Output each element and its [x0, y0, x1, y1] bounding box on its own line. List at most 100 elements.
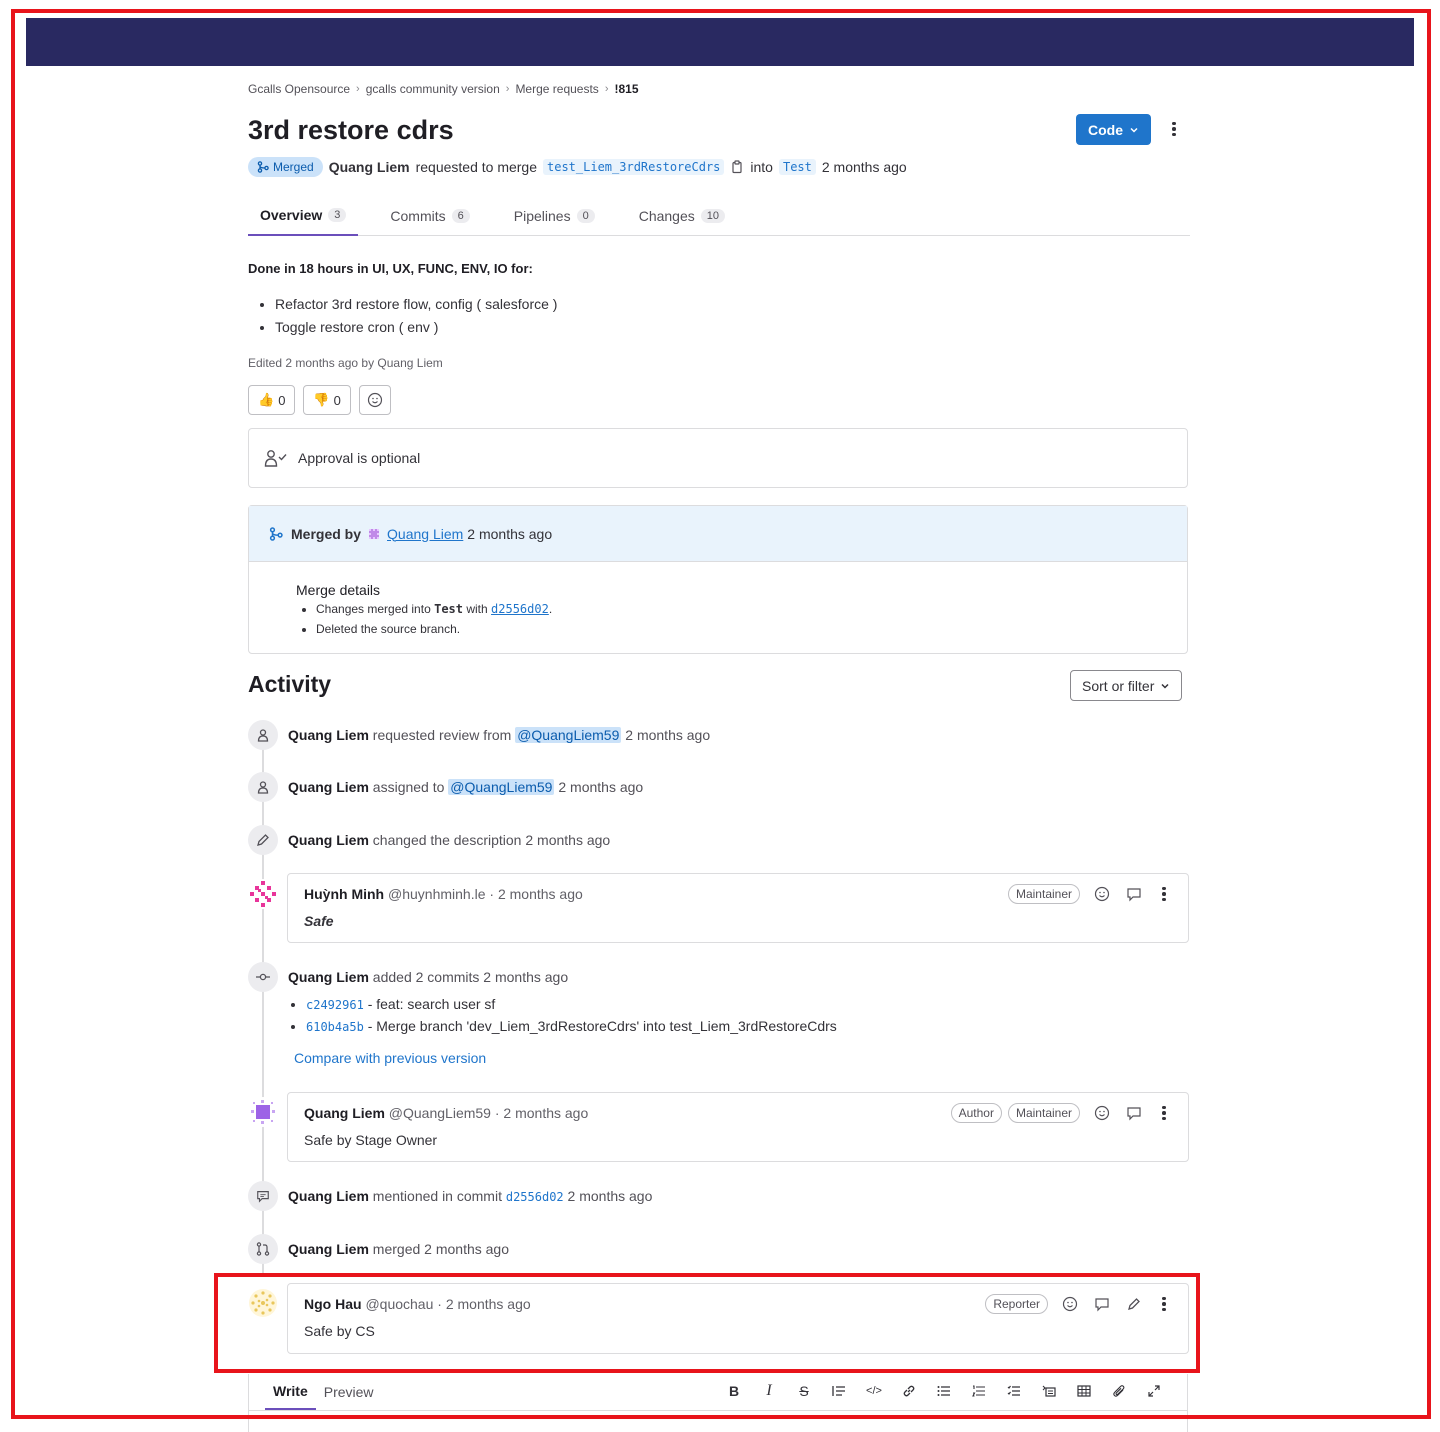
note-author-handle[interactable]: @QuangLiem59: [389, 1105, 491, 1121]
page-title: 3rd restore cdrs: [248, 115, 454, 145]
more-actions-icon[interactable]: [1166, 119, 1182, 139]
tab-overview[interactable]: Overview 3: [248, 196, 359, 236]
note-time[interactable]: · 2 months ago: [495, 1105, 588, 1121]
italic-icon[interactable]: I: [758, 1380, 780, 1402]
avatar[interactable]: [248, 1097, 278, 1127]
collapsible-section-icon[interactable]: [1038, 1380, 1060, 1402]
pencil-icon[interactable]: [1124, 1294, 1144, 1314]
merge-detail-text: with: [466, 602, 488, 616]
breadcrumb: Gcalls Opensource › gcalls community ver…: [248, 82, 639, 96]
target-branch[interactable]: Test: [778, 159, 816, 175]
thumbs-down-button[interactable]: 👎 0: [303, 385, 351, 415]
event-user[interactable]: Quang Liem: [288, 1188, 369, 1204]
event-text: added 2 commits: [372, 969, 480, 985]
merge-icon: [257, 161, 269, 173]
merged-by-user-link[interactable]: Quang Liem: [387, 526, 463, 542]
note-author-name[interactable]: Quang Liem: [304, 1105, 385, 1121]
system-note: Quang Liem mentioned in commit d2556d02 …: [248, 1181, 652, 1211]
reply-icon[interactable]: [1124, 1103, 1144, 1123]
mr-tabs: Overview 3 Commits 6 Pipelines 0 Changes 10: [248, 196, 1190, 236]
status-badge-label: Merged: [273, 160, 314, 174]
link-icon[interactable]: [898, 1380, 920, 1402]
event-user[interactable]: Quang Liem: [288, 832, 369, 848]
tab-pipelines[interactable]: Pipelines 0: [502, 196, 607, 236]
comment-icon: [248, 1181, 278, 1211]
numbered-list-icon[interactable]: [968, 1380, 990, 1402]
list-item: Toggle restore cron ( env ): [275, 319, 557, 342]
avatar[interactable]: [248, 1288, 278, 1318]
sort-filter-dropdown[interactable]: Sort or filter: [1070, 670, 1183, 701]
breadcrumb-item[interactable]: Gcalls Opensource: [248, 82, 350, 96]
source-branch[interactable]: test_Liem_3rdRestoreCdrs: [543, 159, 725, 175]
more-actions-icon[interactable]: [1156, 1103, 1172, 1123]
system-note: Quang Liem changed the description 2 mon…: [248, 825, 610, 855]
note-actions: Maintainer: [1007, 884, 1172, 904]
tab-count: 10: [700, 209, 725, 223]
user-mention[interactable]: @QuangLiem59: [515, 727, 622, 743]
comment-note: Quang Liem @QuangLiem59 · 2 months ago S…: [287, 1092, 1189, 1162]
thumbs-up-count: 0: [278, 392, 286, 408]
note-author-handle[interactable]: @quochau: [365, 1296, 433, 1312]
sort-filter-label: Sort or filter: [1082, 677, 1155, 694]
reply-icon[interactable]: [1092, 1294, 1112, 1314]
note-time[interactable]: · 2 months ago: [437, 1296, 530, 1312]
edited-note: Edited 2 months ago by Quang Liem: [248, 356, 443, 370]
merge-commit-link[interactable]: d2556d02: [491, 602, 549, 616]
smiley-icon[interactable]: [1060, 1294, 1080, 1314]
quote-icon[interactable]: [828, 1380, 850, 1402]
approval-text: Approval is optional: [298, 450, 421, 466]
event-user[interactable]: Quang Liem: [288, 727, 369, 743]
thumbs-down-icon: 👎: [313, 392, 330, 407]
role-badge: Maintainer: [1007, 1103, 1080, 1123]
code-icon[interactable]: </>: [863, 1380, 885, 1402]
tab-preview[interactable]: Preview: [316, 1374, 382, 1410]
tab-commits[interactable]: Commits 6: [378, 196, 481, 236]
merge-target-branch: Test: [434, 602, 463, 616]
note-time[interactable]: · 2 months ago: [489, 886, 582, 902]
task-list-icon[interactable]: [1003, 1380, 1025, 1402]
user-mention[interactable]: @QuangLiem59: [448, 779, 555, 795]
chevron-down-icon: [1130, 127, 1138, 133]
smiley-icon[interactable]: [1092, 1103, 1112, 1123]
event-user[interactable]: Quang Liem: [288, 969, 369, 985]
fullscreen-icon[interactable]: [1143, 1380, 1165, 1402]
avatar[interactable]: [248, 879, 278, 909]
bold-icon[interactable]: B: [723, 1380, 745, 1402]
table-icon[interactable]: [1073, 1380, 1095, 1402]
more-actions-icon[interactable]: [1156, 884, 1172, 904]
tab-write[interactable]: Write: [265, 1374, 316, 1410]
breadcrumb-item[interactable]: gcalls community version: [366, 82, 500, 96]
note-author-handle[interactable]: @huynhminh.le: [388, 886, 486, 902]
avatar[interactable]: [369, 528, 380, 539]
event-time: 2 months ago: [483, 969, 569, 985]
copy-icon[interactable]: [730, 160, 744, 174]
commit-message: - feat: search user sf: [367, 996, 496, 1012]
strikethrough-icon[interactable]: S: [793, 1380, 815, 1402]
note-author-name[interactable]: Huỳnh Minh: [304, 886, 384, 902]
bullet-list-icon[interactable]: [933, 1380, 955, 1402]
breadcrumb-item[interactable]: Merge requests: [515, 82, 598, 96]
event-time: 2 months ago: [424, 1241, 509, 1257]
event-time: 2 months ago: [525, 832, 611, 848]
compare-link[interactable]: Compare with previous version: [294, 1050, 486, 1066]
thumbs-up-button[interactable]: 👍 0: [248, 385, 296, 415]
code-button[interactable]: Code: [1076, 114, 1151, 145]
add-reaction-button[interactable]: [358, 385, 391, 415]
smiley-icon[interactable]: [1092, 884, 1112, 904]
more-actions-icon[interactable]: [1156, 1294, 1172, 1314]
event-user[interactable]: Quang Liem: [288, 1241, 369, 1257]
commit-sha-link[interactable]: c2492961: [306, 998, 364, 1012]
list-item: Deleted the source branch.: [316, 622, 1187, 642]
role-badge: Author: [950, 1103, 1002, 1123]
attach-icon[interactable]: [1108, 1380, 1130, 1402]
commit-sha-link[interactable]: d2556d02: [506, 1190, 564, 1204]
reply-icon[interactable]: [1124, 884, 1144, 904]
note-author-name[interactable]: Ngo Hau: [304, 1296, 362, 1312]
mr-author[interactable]: Quang Liem: [329, 159, 410, 175]
thumbs-down-count: 0: [333, 392, 341, 408]
tab-changes[interactable]: Changes 10: [627, 196, 737, 236]
commit-sha-link[interactable]: 610b4a5b: [306, 1020, 364, 1034]
merge-icon: [269, 526, 283, 541]
breadcrumb-item-current[interactable]: !815: [614, 82, 638, 96]
event-user[interactable]: Quang Liem: [288, 779, 369, 795]
